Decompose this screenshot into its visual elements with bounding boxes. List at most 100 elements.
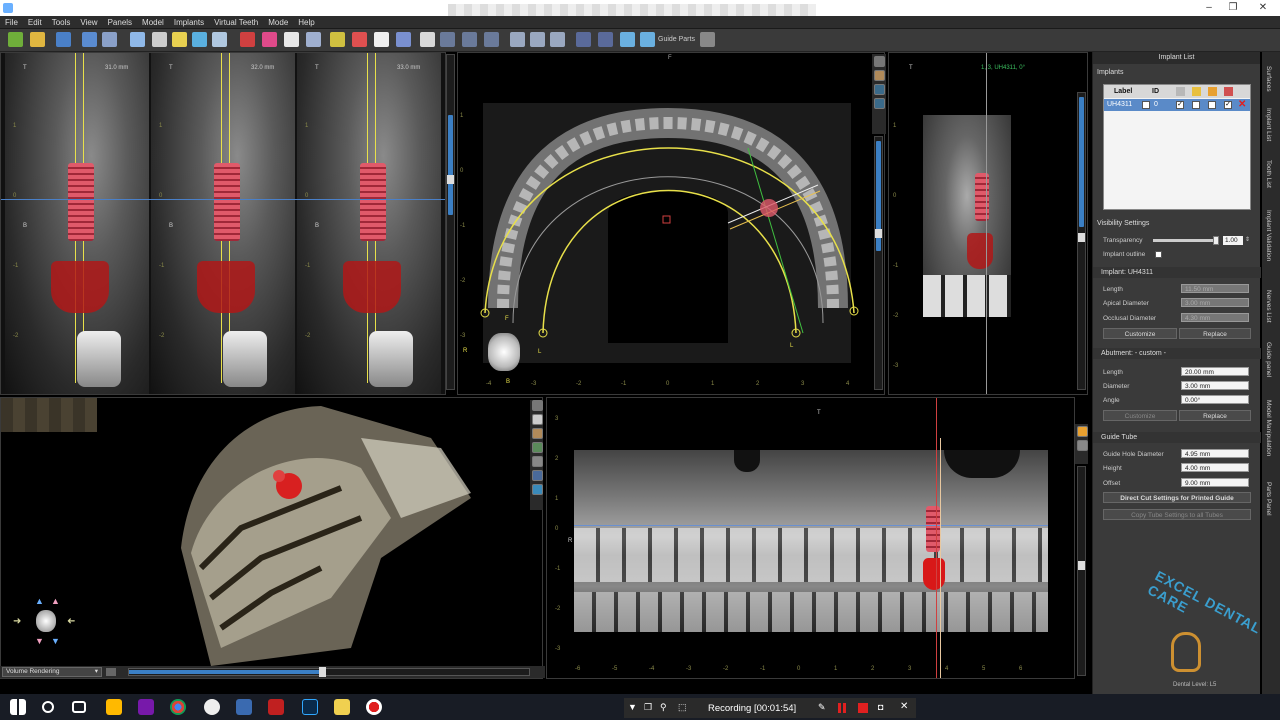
guide-parts-label[interactable]: Guide Parts: [658, 36, 695, 43]
maximize-button[interactable]: ❐: [1216, 0, 1250, 16]
orientation-head-icon[interactable]: [488, 333, 520, 371]
occlusal-diameter-field[interactable]: 4.30 mm: [1181, 313, 1249, 322]
tangential-scrollbar[interactable]: [1077, 92, 1086, 390]
layout-icon[interactable]: [130, 32, 145, 47]
dental-app-icon[interactable]: [236, 699, 252, 715]
tool-icon-4[interactable]: [510, 32, 525, 47]
recorder-app-icon[interactable]: [366, 699, 382, 715]
tab-guide-panel[interactable]: Guide panel: [1265, 342, 1272, 377]
pause-icon[interactable]: [838, 703, 846, 713]
close-window-button[interactable]: ✕: [1246, 0, 1280, 16]
virtual-crown[interactable]: [197, 261, 255, 313]
cross-section-2[interactable]: T 32.0 mm B 1 0 -1 -2: [151, 53, 295, 394]
visible-checkbox[interactable]: ✓: [1176, 101, 1184, 109]
fit-view-icon[interactable]: [212, 32, 227, 47]
view-tool-icon[interactable]: [532, 414, 543, 425]
rotate-up-icon[interactable]: ▲: [35, 596, 44, 606]
windows-start-icon[interactable]: [10, 699, 26, 715]
model-icon[interactable]: [396, 32, 411, 47]
sleeve-checkbox[interactable]: ✓: [1224, 101, 1232, 109]
draw-curve-icon[interactable]: [240, 32, 255, 47]
view-tool-icon[interactable]: [532, 442, 543, 453]
rotate-right-icon[interactable]: ➜: [67, 616, 75, 627]
open-folder-icon[interactable]: [30, 32, 45, 47]
implant-model[interactable]: [360, 163, 386, 241]
zoom-icon[interactable]: [192, 32, 207, 47]
delete-implant-icon[interactable]: ✕: [1238, 99, 1246, 110]
contrast-icon[interactable]: [420, 32, 435, 47]
render-mode-select[interactable]: Volume Rendering ▾: [2, 667, 102, 677]
tool-icon-1[interactable]: [440, 32, 455, 47]
guide-hole-diameter-field[interactable]: 4.95 mm: [1181, 449, 1249, 458]
app-icon-1[interactable]: [204, 699, 220, 715]
sleeve-column-icon[interactable]: [1224, 87, 1233, 96]
chevron-down-icon[interactable]: ▼: [628, 702, 637, 712]
close-icon[interactable]: ✕: [900, 701, 908, 712]
menu-model[interactable]: Model: [137, 16, 169, 29]
pan-hand-icon[interactable]: [152, 32, 167, 47]
implant-tool-icon[interactable]: [306, 32, 321, 47]
search-icon[interactable]: [42, 701, 54, 713]
menu-implants[interactable]: Implants: [169, 16, 209, 29]
menu-tools[interactable]: Tools: [47, 16, 76, 29]
lock-column-icon[interactable]: [1192, 87, 1201, 96]
save-icon[interactable]: [56, 32, 71, 47]
threshold-slider-handle[interactable]: [319, 667, 326, 677]
visibility-column-icon[interactable]: [1176, 87, 1185, 96]
panoramic-scrollbar[interactable]: [1077, 466, 1086, 676]
column-header-label[interactable]: Label: [1114, 88, 1132, 95]
tool-icon-5[interactable]: [530, 32, 545, 47]
undo-icon[interactable]: [82, 32, 97, 47]
view-tool-icon[interactable]: [532, 484, 543, 495]
guide-height-field[interactable]: 4.00 mm: [1181, 463, 1249, 472]
apical-diameter-field[interactable]: 3.00 mm: [1181, 298, 1249, 307]
sleeve-icon[interactable]: [352, 32, 367, 47]
transparency-slider-handle[interactable]: [1213, 236, 1219, 245]
column-header-id[interactable]: ID: [1152, 88, 1159, 95]
pen-icon[interactable]: ✎: [818, 702, 826, 713]
view-tool-icon[interactable]: [532, 428, 543, 439]
view-tool-icon[interactable]: [1077, 426, 1088, 437]
abutment-section-header[interactable]: Abutment: - custom -: [1093, 348, 1261, 359]
axial-scrollbar[interactable]: [874, 136, 883, 390]
cross-section-3[interactable]: T 33.0 mm B 1 0 -1 -2: [297, 53, 441, 394]
tool-icon-7[interactable]: [576, 32, 591, 47]
axial-view[interactable]: F R F L L B -4 -3 -2 -1 0 1 2 3 4 1 0 -1…: [457, 52, 885, 395]
tangential-scan-image[interactable]: [923, 115, 1011, 317]
axial-scan-image[interactable]: [458, 53, 885, 395]
abutment-replace-button[interactable]: Replace: [1179, 410, 1251, 421]
zoom-icon[interactable]: ⚲: [660, 702, 667, 713]
tooth-icon[interactable]: [284, 32, 299, 47]
direct-cut-settings-button[interactable]: Direct Cut Settings for Printed Guide: [1103, 492, 1251, 503]
virtual-crown[interactable]: [51, 261, 109, 313]
implant-outline-checkbox[interactable]: [1155, 251, 1162, 258]
guide-icon[interactable]: [330, 32, 345, 47]
chrome-icon[interactable]: [170, 699, 186, 715]
panoramic-view[interactable]: T R 3 2 1 0 -1 -2 -3 -6 -5 -4 -3 -2 -1 0…: [546, 397, 1075, 679]
app-icon-2[interactable]: [268, 699, 284, 715]
implant-model[interactable]: [214, 163, 240, 241]
implant-section-header[interactable]: Implant: UH4311: [1093, 267, 1261, 278]
abutment-customize-button[interactable]: Customize: [1103, 410, 1177, 421]
copy-tube-settings-button[interactable]: Copy Tube Settings to all Tubes: [1103, 509, 1251, 520]
rotate-down-right-icon[interactable]: ▼: [51, 636, 60, 646]
virtual-crown[interactable]: [967, 233, 993, 269]
abutment-length-field[interactable]: 20.00 mm: [1181, 367, 1249, 376]
redo-icon[interactable]: [102, 32, 117, 47]
volume-view[interactable]: ➜ ➜ ▲ ▲ ▼ ▼: [0, 397, 543, 679]
panoramic-scan-image[interactable]: [574, 450, 1048, 632]
tangential-view[interactable]: T 1, 3, UH4311, 0° 1 0 -1 -2 -3: [888, 52, 1088, 395]
orientation-head-icon[interactable]: [36, 610, 56, 632]
implant-replace-button[interactable]: Replace: [1179, 328, 1251, 339]
menu-mode[interactable]: Mode: [263, 16, 293, 29]
view-tool-icon[interactable]: [532, 400, 543, 411]
menu-edit[interactable]: Edit: [23, 16, 47, 29]
implant-customize-button[interactable]: Customize: [1103, 328, 1177, 339]
menu-panels[interactable]: Panels: [103, 16, 137, 29]
guide-offset-field[interactable]: 9.00 mm: [1181, 478, 1249, 487]
view-tool-icon[interactable]: [874, 84, 885, 95]
menu-view[interactable]: View: [75, 16, 102, 29]
tab-nerves-list[interactable]: Nerves List: [1265, 290, 1272, 323]
tool-icon-3[interactable]: [484, 32, 499, 47]
tool-icon-6[interactable]: [550, 32, 565, 47]
